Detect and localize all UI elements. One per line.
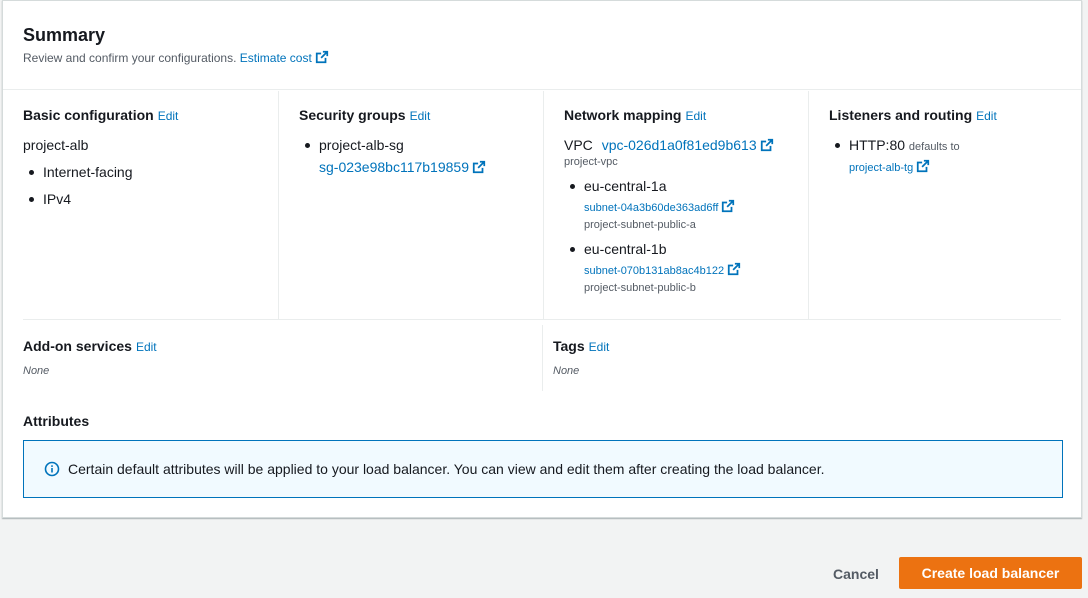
- vpc-id: vpc-026d1a0f81ed9b613: [601, 137, 757, 153]
- tags-value: None: [553, 365, 580, 377]
- vpc-name: project-vpc: [564, 156, 618, 168]
- attributes-heading: Attributes: [23, 413, 90, 429]
- addon-services-section: Add-on services Edit None: [23, 337, 523, 377]
- basic-configuration-heading: Basic configuration Edit: [23, 106, 258, 125]
- basic-configuration-edit-link[interactable]: Edit: [158, 109, 179, 123]
- create-load-balancer-button[interactable]: Create load balancer: [899, 557, 1082, 589]
- listeners-heading: Listeners and routing Edit: [829, 106, 1043, 125]
- tags-section: Tags Edit None: [553, 337, 1053, 377]
- summary-panel: Summary Review and confirm your configur…: [2, 0, 1082, 518]
- security-group-id: sg-023e98bc117b19859: [319, 159, 469, 175]
- subnet-item: eu-central-1b subnet-070b131ab8ac4b122 p…: [564, 240, 788, 296]
- subnet-item: eu-central-1a subnet-04a3b60de363ad6ff p…: [564, 177, 788, 233]
- subnet-id-link[interactable]: subnet-04a3b60de363ad6ff: [584, 199, 735, 217]
- network-mapping-heading: Network mapping Edit: [564, 106, 788, 125]
- estimate-cost-label: Estimate cost: [239, 51, 312, 65]
- estimate-cost-link[interactable]: Estimate cost: [239, 50, 329, 65]
- security-group-id-link[interactable]: sg-023e98bc117b19859: [319, 158, 486, 176]
- zone-name: eu-central-1a: [584, 178, 667, 194]
- subnet-id: subnet-04a3b60de363ad6ff: [584, 202, 719, 214]
- security-groups-title: Security groups: [299, 107, 406, 123]
- info-icon: [44, 461, 60, 477]
- subnet-name: project-subnet-public-a: [584, 219, 696, 231]
- listeners-edit-link[interactable]: Edit: [976, 109, 997, 123]
- vpc-label: VPC: [564, 137, 593, 153]
- basic-configuration-list: Internet-facing IPv4: [23, 163, 258, 208]
- tags-edit-link[interactable]: Edit: [589, 340, 610, 354]
- security-groups-section: Security groups Edit project-alb-sg sg-02…: [278, 91, 543, 319]
- summary-header: Summary Review and confirm your configur…: [3, 1, 1081, 90]
- cancel-button[interactable]: Cancel: [818, 558, 894, 590]
- tags-heading: Tags Edit: [553, 337, 1053, 356]
- summary-subtitle-text: Review and confirm your configurations.: [23, 51, 237, 65]
- external-link-icon: [315, 50, 328, 64]
- security-groups-list: project-alb-sg sg-023e98bc117b19859: [299, 136, 523, 176]
- section-divider: [23, 319, 1061, 320]
- summary-subtitle: Review and confirm your configurations. …: [23, 50, 1061, 66]
- attributes-info-alert: Certain default attributes will be appli…: [23, 440, 1063, 498]
- security-groups-edit-link[interactable]: Edit: [410, 109, 431, 123]
- external-link-icon: [917, 159, 930, 173]
- target-group-name: project-alb-tg: [849, 162, 914, 174]
- external-link-icon: [722, 199, 735, 213]
- external-link-icon: [760, 138, 773, 152]
- listeners-title: Listeners and routing: [829, 107, 973, 123]
- subnet-id: subnet-070b131ab8ac4b122: [584, 265, 725, 277]
- external-link-icon: [472, 160, 486, 174]
- summary-title: Summary: [23, 25, 106, 45]
- addon-services-title: Add-on services: [23, 338, 132, 354]
- listeners-list: HTTP:80 defaults to project-alb-tg: [829, 136, 1043, 177]
- addon-services-edit-link[interactable]: Edit: [136, 340, 157, 354]
- attributes-info-text: Certain default attributes will be appli…: [68, 461, 825, 477]
- vpc-row: VPC vpc-026d1a0f81ed9b613: [564, 136, 788, 154]
- addon-services-value: None: [23, 365, 50, 377]
- vpc-id-link[interactable]: vpc-026d1a0f81ed9b613: [602, 137, 774, 153]
- listener-item: HTTP:80 defaults to project-alb-tg: [829, 136, 1043, 177]
- target-group-link[interactable]: project-alb-tg: [849, 159, 930, 174]
- security-groups-heading: Security groups Edit: [299, 106, 523, 125]
- zone-name: eu-central-1b: [584, 241, 667, 257]
- listener-protocol: HTTP:80: [849, 137, 906, 153]
- basic-configuration-section: Basic configuration Edit project-alb Inte…: [3, 91, 278, 319]
- ip-type-item: IPv4: [23, 190, 258, 208]
- network-mapping-section: Network mapping Edit VPC vpc-026d1a0f81ed…: [543, 91, 808, 319]
- scheme-item: Internet-facing: [23, 163, 258, 181]
- addon-services-heading: Add-on services Edit: [23, 337, 523, 356]
- network-mapping-edit-link[interactable]: Edit: [685, 109, 706, 123]
- subnet-id-link[interactable]: subnet-070b131ab8ac4b122: [584, 262, 741, 280]
- listener-defaults-to: defaults to: [908, 141, 960, 153]
- external-link-icon: [727, 262, 741, 276]
- column-divider: [542, 325, 543, 391]
- security-group-name: project-alb-sg: [319, 137, 404, 153]
- basic-configuration-title: Basic configuration: [23, 107, 154, 123]
- tags-title: Tags: [553, 338, 585, 354]
- load-balancer-name: project-alb: [23, 137, 89, 153]
- subnet-list: eu-central-1a subnet-04a3b60de363ad6ff p…: [564, 177, 788, 296]
- security-group-item: project-alb-sg sg-023e98bc117b19859: [299, 136, 523, 176]
- network-mapping-title: Network mapping: [564, 107, 682, 123]
- subnet-name: project-subnet-public-b: [584, 282, 696, 294]
- listeners-section: Listeners and routing Edit HTTP:80 defaul…: [808, 91, 1063, 319]
